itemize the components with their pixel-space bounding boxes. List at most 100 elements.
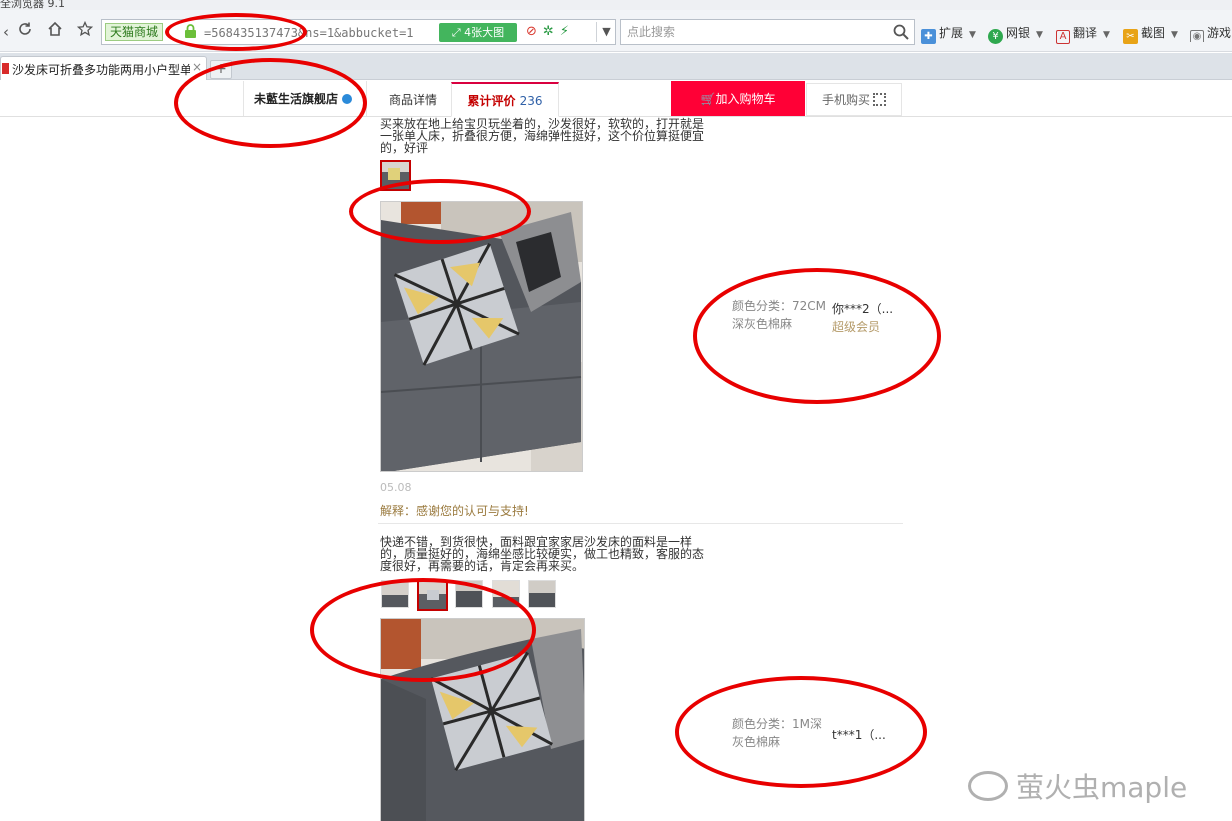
tab-strip: 沙发床可折叠多功能两用小户型单人 × +	[0, 53, 1232, 80]
tmall-favicon	[2, 63, 9, 74]
translate-label: 翻译	[1073, 26, 1098, 40]
weibo-watermark: 萤火虫maple	[968, 766, 1187, 806]
chevron-down-icon: ▼	[1171, 30, 1178, 40]
review-thumbnail[interactable]	[380, 160, 411, 191]
search-input[interactable]	[627, 23, 887, 41]
sofa-photo	[382, 162, 409, 189]
sofa-photo	[382, 581, 408, 607]
chevron-down-icon: ▼	[1103, 30, 1110, 40]
games-button[interactable]: ◉ 游戏	[1190, 24, 1232, 42]
translate-icon: A	[1056, 30, 1070, 44]
puzzle-icon: ✚	[921, 29, 936, 44]
refresh-icon	[19, 22, 31, 35]
new-tab-button[interactable]: +	[210, 60, 232, 79]
big-picture-button[interactable]: ⤢ 4张大图	[439, 23, 517, 42]
variant-label: 颜色分类：1M深	[732, 717, 822, 731]
add-to-cart-button[interactable]: 🛒加入购物车	[671, 81, 805, 116]
sofa-photo	[456, 581, 482, 607]
search-box	[620, 19, 915, 45]
refresh-button[interactable]	[14, 21, 36, 43]
review-thumbnails	[380, 580, 560, 611]
review-thumbnail[interactable]	[492, 580, 520, 608]
review-thumbnail[interactable]	[381, 580, 409, 608]
games-label: 游戏	[1207, 26, 1232, 40]
variant-value: 灰色棉麻	[732, 735, 781, 749]
review-divider	[378, 523, 903, 524]
qr-code-icon	[873, 93, 886, 106]
extensions-label: 扩展	[939, 26, 964, 40]
review-date: 05.08	[380, 481, 412, 494]
variant-value: 深灰色棉麻	[732, 317, 793, 331]
verified-icon	[342, 94, 353, 104]
mobile-buy-button[interactable]: 手机购买	[806, 83, 902, 116]
review-photo[interactable]	[380, 618, 585, 821]
tab-product[interactable]: 沙发床可折叠多功能两用小户型单人 ×	[0, 56, 207, 80]
back-button[interactable]: ‹	[2, 21, 10, 43]
cart-label: 加入购物车	[715, 92, 776, 106]
sofa-photo	[381, 619, 584, 821]
weibo-icon	[968, 771, 1008, 801]
tab-product-details[interactable]: 商品详情	[378, 81, 448, 116]
chevron-down-icon: ▼	[602, 25, 611, 38]
review-text: 快递不错，到货很快，面料跟宜家家居沙发床的面料是一样的，质量挺好的，海绵坐感比较…	[380, 535, 705, 573]
reviewer-name[interactable]: 你***2（...	[832, 300, 893, 317]
review-variant: 颜色分类：72CM 深灰色棉麻	[732, 297, 826, 333]
lock-icon	[185, 24, 196, 38]
sofa-photo	[381, 202, 582, 471]
home-button[interactable]	[44, 21, 66, 43]
address-bar[interactable]: 天猫商城 =568435137473&ns=1&abbucket=1 ⤢ 4张大…	[101, 19, 616, 45]
store-name[interactable]: 未藍生活旗舰店	[243, 81, 367, 116]
review-thumbnail[interactable]	[528, 580, 556, 608]
address-dropdown[interactable]: ▼	[596, 22, 616, 42]
block-icon[interactable]: ⊘	[526, 24, 543, 39]
reviewer-name[interactable]: t***1（...	[832, 726, 886, 743]
chevron-down-icon: ▼	[1036, 30, 1043, 40]
tab-reviews[interactable]: 累计评价 236	[451, 82, 559, 117]
review-count: 236	[519, 94, 543, 108]
screenshot-button[interactable]: ✂ 截图 ▼	[1123, 24, 1178, 44]
screenshot-label: 截图	[1141, 26, 1166, 40]
bank-button[interactable]: ¥ 网银 ▼	[988, 24, 1043, 44]
favorite-button[interactable]	[74, 20, 96, 43]
member-badge: 超级会员	[832, 320, 881, 334]
close-icon[interactable]: ×	[192, 60, 202, 74]
gear-icon[interactable]: ✲	[543, 24, 560, 39]
address-tools: ⊘✲⚡	[526, 24, 575, 39]
big-picture-label: 4张大图	[464, 26, 505, 39]
tab-label: 累计评价	[467, 94, 516, 108]
tab-label: 商品详情	[388, 93, 437, 107]
extensions-button[interactable]: ✚ 扩展 ▼	[921, 24, 976, 44]
gamepad-icon: ◉	[1190, 30, 1204, 42]
window-title: 全浏览器 9.1	[0, 0, 65, 10]
tab-title: 沙发床可折叠多功能两用小户型单人	[12, 63, 190, 77]
review-variant: 颜色分类：1M深 灰色棉麻	[732, 715, 822, 751]
home-icon	[48, 21, 62, 36]
review-thumbnails	[380, 160, 411, 191]
sofa-photo	[419, 582, 446, 609]
lightning-icon[interactable]: ⚡	[560, 24, 575, 39]
expand-icon: ⤢	[451, 26, 465, 39]
site-tag: 天猫商城	[105, 23, 164, 41]
chevron-down-icon: ▼	[969, 30, 976, 40]
store-name-label: 未藍生活旗舰店	[254, 92, 339, 106]
browser-toolbar: ‹ 天猫商城 =568435137473&ns=1&abbucket=1 ⤢ 4…	[0, 10, 1232, 52]
review-thumbnail[interactable]	[417, 580, 448, 611]
bank-icon: ¥	[988, 29, 1003, 44]
sofa-photo	[493, 581, 519, 607]
variant-label: 颜色分类：72CM	[732, 299, 827, 313]
bank-label: 网银	[1006, 26, 1031, 40]
cart-icon: 🛒	[700, 92, 716, 106]
annotation-ellipse	[693, 268, 941, 404]
seller-reply: 解释：感谢您的认可与支持!	[380, 504, 529, 518]
review-photo[interactable]	[380, 201, 583, 472]
window-titlebar: 全浏览器 9.1	[0, 0, 1232, 10]
address-url[interactable]: =568435137473&ns=1&abbucket=1	[204, 24, 439, 42]
mobile-buy-label: 手机购买	[821, 93, 870, 107]
review-thumbnail[interactable]	[455, 580, 483, 608]
star-icon	[76, 20, 94, 37]
review-text: 买来放在地上给宝贝玩坐着的，沙发很好，软软的，打开就是一张单人床，折叠很方便，海…	[380, 117, 705, 155]
search-icon[interactable]	[892, 22, 910, 42]
translate-button[interactable]: A 翻译 ▼	[1056, 24, 1110, 44]
sofa-photo	[529, 581, 555, 607]
watermark-text: 萤火虫maple	[1016, 771, 1188, 804]
